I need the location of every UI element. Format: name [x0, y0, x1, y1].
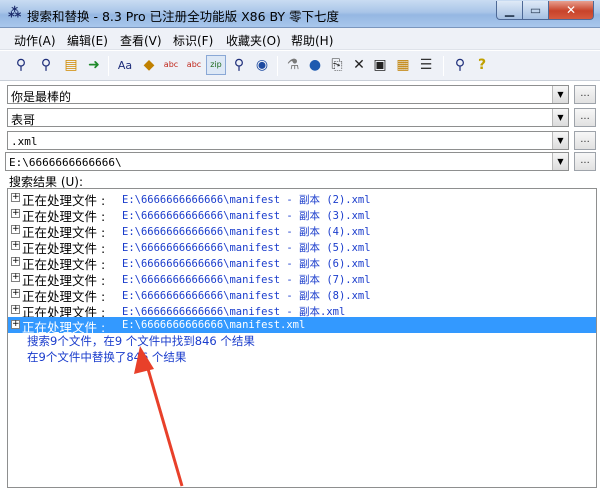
- chevron-down-icon[interactable]: ▼: [552, 132, 568, 149]
- minimize-button[interactable]: ▁: [496, 1, 523, 20]
- window-controls: ▁ ▭ ✕: [496, 1, 594, 20]
- row-path: E:\6666666666666\manifest - 副本 (3).xml: [122, 210, 371, 222]
- window-title: 搜索和替换 - 8.3 Pro 已注册全功能版 X86 BY 零下七度: [27, 9, 340, 24]
- replace-files-icon[interactable]: ➜: [84, 55, 104, 75]
- list-icon[interactable]: ☰: [416, 55, 436, 75]
- help-icon[interactable]: ?: [472, 55, 492, 75]
- delete-icon[interactable]: ✕: [349, 55, 369, 75]
- chevron-down-icon[interactable]: ▼: [552, 153, 568, 170]
- expand-icon[interactable]: +: [11, 320, 20, 329]
- row-path: E:\6666666666666\manifest - 副本 (5).xml: [122, 242, 371, 254]
- toolbar-separator: [277, 56, 278, 76]
- search-text-field[interactable]: 你是最棒的 ▼: [7, 85, 569, 104]
- zip-search-icon[interactable]: zip: [206, 55, 226, 75]
- chevron-down-icon[interactable]: ▼: [552, 86, 568, 103]
- expand-icon[interactable]: +: [11, 257, 20, 266]
- expand-icon[interactable]: +: [11, 225, 20, 234]
- binary-search-icon[interactable]: ⚲: [229, 55, 249, 75]
- row-path: E:\6666666666666\manifest - 副本 (6).xml: [122, 258, 371, 270]
- toolbar: ⚲ ⚲ ▤ ➜ Aa ◆ abc abc zip ⚲ ◉ ⚗ ● ⎘ ✕ ▣ ▦…: [0, 51, 600, 81]
- binoculars-icon[interactable]: ⚲: [450, 55, 470, 75]
- search-icon[interactable]: ⚲: [11, 55, 31, 75]
- web-search-icon[interactable]: ◉: [252, 55, 272, 75]
- replace-text-value: 表哥: [11, 113, 36, 127]
- filter-icon[interactable]: ⚗: [283, 55, 303, 75]
- file-mask-field[interactable]: .xml ▼: [7, 131, 569, 150]
- menu-action[interactable]: 动作(A): [14, 32, 56, 49]
- table-row[interactable]: + 正在处理文件 : E:\6666666666666\manifest - 副…: [8, 190, 596, 208]
- summary-found: 搜索9个文件，在9 个文件中找到846 个结果: [27, 334, 255, 348]
- menu-favorites[interactable]: 收藏夹(O): [226, 32, 281, 49]
- table-row[interactable]: + 正在处理文件 : E:\6666666666666\manifest - 副…: [8, 254, 596, 272]
- file-mask-value: .xml: [11, 135, 38, 148]
- globe-icon[interactable]: ●: [305, 55, 325, 75]
- summary-replaced: 在9个文件中替换了846 个结果: [27, 350, 187, 364]
- search-text-value: 你是最棒的: [11, 90, 72, 104]
- row-path: E:\6666666666666\manifest - 副本 (7).xml: [122, 274, 371, 286]
- search-browse-button[interactable]: ...: [574, 85, 596, 104]
- table-row[interactable]: + 正在处理文件 : E:\6666666666666\manifest - 副…: [8, 222, 596, 240]
- search-files-icon[interactable]: ▤: [61, 55, 81, 75]
- table-row[interactable]: + 正在处理文件 : E:\6666666666666\manifest - 副…: [8, 238, 596, 256]
- row-path: E:\6666666666666\manifest.xml: [122, 319, 306, 331]
- table-row[interactable]: + 正在处理文件 : E:\6666666666666\manifest - 副…: [8, 286, 596, 304]
- table-row-selected[interactable]: + 正在处理文件 : E:\6666666666666\manifest.xml: [8, 317, 596, 335]
- abc-search-icon[interactable]: abc: [161, 55, 181, 75]
- row-path: E:\6666666666666\manifest - 副本 (4).xml: [122, 226, 371, 238]
- replace-browse-button[interactable]: ...: [574, 108, 596, 127]
- binoculars-icon: ⁂: [8, 6, 22, 21]
- expand-icon[interactable]: +: [11, 305, 20, 314]
- folder-browse-button[interactable]: ...: [574, 152, 596, 171]
- expand-icon[interactable]: +: [11, 289, 20, 298]
- folder-field[interactable]: E:\6666666666666\ ▼: [5, 152, 569, 171]
- table-row[interactable]: + 正在处理文件 : E:\6666666666666\manifest - 副…: [8, 270, 596, 288]
- abc-replace-icon[interactable]: abc: [184, 55, 204, 75]
- toolbar-separator: [108, 56, 109, 76]
- menu-bar: 动作(A) 编辑(E) 查看(V) 标识(F) 收藏夹(O) 帮助(H): [0, 28, 600, 50]
- menu-view[interactable]: 查看(V): [120, 32, 162, 49]
- search-replace-icon[interactable]: ⚲: [36, 55, 56, 75]
- chevron-down-icon[interactable]: ▼: [552, 109, 568, 126]
- expand-icon[interactable]: +: [11, 209, 20, 218]
- expand-icon[interactable]: +: [11, 241, 20, 250]
- menu-help[interactable]: 帮助(H): [291, 32, 333, 49]
- title-bar: ⁂ 搜索和替换 - 8.3 Pro 已注册全功能版 X86 BY 零下七度 ▁ …: [0, 0, 600, 28]
- expand-icon[interactable]: +: [11, 193, 20, 202]
- favorites-icon[interactable]: ▦: [393, 55, 413, 75]
- print-icon[interactable]: ▣: [370, 55, 390, 75]
- maximize-button[interactable]: ▭: [523, 1, 549, 20]
- menu-edit[interactable]: 编辑(E): [67, 32, 108, 49]
- replace-text-field[interactable]: 表哥 ▼: [7, 108, 569, 127]
- whole-word-icon[interactable]: ◆: [139, 55, 159, 75]
- menu-flags[interactable]: 标识(F): [173, 32, 213, 49]
- mask-browse-button[interactable]: ...: [574, 131, 596, 150]
- toolbar-separator: [443, 56, 444, 76]
- close-button[interactable]: ✕: [549, 1, 594, 20]
- results-tree[interactable]: + 正在处理文件 : E:\6666666666666\manifest - 副…: [7, 188, 597, 488]
- row-path: E:\6666666666666\manifest - 副本 (2).xml: [122, 194, 371, 206]
- case-sensitive-icon[interactable]: Aa: [115, 55, 135, 75]
- table-row[interactable]: + 正在处理文件 : E:\6666666666666\manifest - 副…: [8, 302, 596, 320]
- row-path: E:\6666666666666\manifest - 副本 (8).xml: [122, 290, 371, 302]
- copy-icon[interactable]: ⎘: [327, 55, 347, 75]
- table-row[interactable]: + 正在处理文件 : E:\6666666666666\manifest - 副…: [8, 206, 596, 224]
- expand-icon[interactable]: +: [11, 273, 20, 282]
- folder-value: E:\6666666666666\: [9, 156, 122, 169]
